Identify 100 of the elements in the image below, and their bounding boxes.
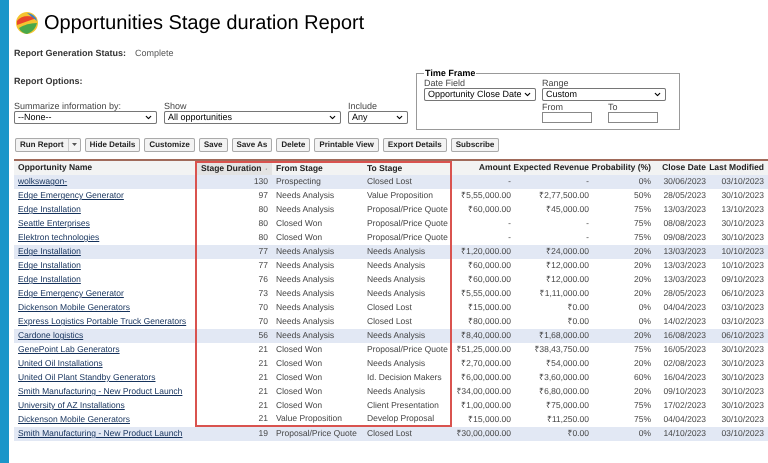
from-label: From xyxy=(542,102,564,112)
opportunity-link[interactable]: Smith Manufacturing - New Product Launch xyxy=(18,427,182,440)
from-field[interactable] xyxy=(542,112,592,123)
opportunity-link[interactable]: Express Logistics Portable Truck Generators xyxy=(18,315,186,328)
opportunity-link[interactable]: Edge Emergency Generator xyxy=(18,287,124,300)
table-cell: Value Proposition xyxy=(272,412,363,426)
opportunity-link[interactable]: Edge Installation xyxy=(18,259,81,272)
toolbar-button[interactable]: Delete xyxy=(276,138,310,152)
range-label: Range xyxy=(542,78,570,88)
toolbar-button[interactable]: Subscribe xyxy=(450,138,500,152)
table-cell: 20% xyxy=(593,244,655,258)
table-cell: ₹24,000.00 xyxy=(515,244,593,258)
opportunity-link[interactable]: Edge Installation xyxy=(18,245,81,258)
table-cell: Closed Lost xyxy=(363,174,452,188)
toolbar-button[interactable]: Customize xyxy=(144,138,195,152)
filter-label: Show xyxy=(164,101,188,111)
column-header[interactable]: Expected Revenue xyxy=(515,160,593,174)
chevron-down-icon xyxy=(653,90,662,99)
table-cell: ₹30,00,000.00 xyxy=(452,426,515,440)
column-header[interactable]: Opportunity Name xyxy=(14,160,195,174)
opportunity-link[interactable]: Cardone logistics xyxy=(18,329,84,342)
table-cell: 20% xyxy=(593,328,655,342)
opportunity-link[interactable]: University of AZ Installations xyxy=(18,399,125,412)
table-cell: ₹1,68,000.00 xyxy=(515,328,593,342)
caret-icon xyxy=(72,143,77,146)
to-field[interactable] xyxy=(608,112,658,123)
table-cell: 14/10/2023 xyxy=(655,426,710,440)
table-cell: 16/08/2023 xyxy=(655,328,710,342)
to-label: To xyxy=(608,102,619,112)
table-cell: Needs Analysis xyxy=(272,244,363,258)
opportunity-link[interactable]: GenePoint Lab Generators xyxy=(18,343,120,356)
table-cell: ₹38,43,750.00 xyxy=(515,342,593,356)
opportunity-link[interactable]: Edge Installation xyxy=(18,273,81,286)
table-cell: ₹60,000.00 xyxy=(452,258,515,272)
table-cell: Closed Lost xyxy=(363,426,452,440)
table-cell: 10/10/2023 xyxy=(710,244,768,258)
table-cell: 19 xyxy=(195,426,272,440)
table-cell: ₹12,000.00 xyxy=(515,258,593,272)
include-select[interactable]: Any xyxy=(348,111,408,124)
date-field-label: Date Field xyxy=(424,78,466,88)
run-report-button[interactable]: Run Report xyxy=(15,138,81,152)
toolbar-button[interactable]: Printable View xyxy=(314,138,379,152)
opportunity-link[interactable]: Seattle Enterprises xyxy=(18,217,90,230)
table-cell: 97 xyxy=(195,188,272,202)
column-header[interactable]: Amount xyxy=(452,160,515,174)
table-cell: Needs Analysis xyxy=(272,258,363,272)
table-cell: 0% xyxy=(593,426,655,440)
table-cell: ₹0.00 xyxy=(515,426,593,440)
table-cell: ₹1,20,000.00 xyxy=(452,244,515,258)
options-label: Report Options: xyxy=(14,74,84,88)
status-value: Complete xyxy=(135,47,174,60)
range-select[interactable]: Custom xyxy=(542,88,666,101)
table-cell: 0% xyxy=(593,174,655,188)
chevron-down-icon xyxy=(328,113,337,122)
opportunity-link[interactable]: Smith Manufacturing - New Product Launch xyxy=(18,385,182,398)
column-header[interactable]: Last Modified xyxy=(710,160,768,174)
summarize-select[interactable]: --None-- xyxy=(14,111,157,124)
time-frame-legend: Time Frame xyxy=(424,66,476,80)
chevron-down-icon xyxy=(144,113,153,122)
toolbar-button[interactable]: Hide Details xyxy=(84,138,140,152)
logo-icon xyxy=(15,11,39,35)
toolbar-button[interactable]: Save xyxy=(198,138,228,152)
table-cell: 56 xyxy=(195,328,272,342)
opportunity-link[interactable]: United Oil Installations xyxy=(18,357,103,370)
table-cell: ₹51,25,000.00 xyxy=(452,342,515,356)
table-cell: 13/03/2023 xyxy=(655,244,710,258)
table-cell: Needs Analysis xyxy=(272,188,363,202)
opportunity-link[interactable]: Edge Installation xyxy=(18,203,81,216)
toolbar-button[interactable]: Export Details xyxy=(382,138,447,152)
column-header[interactable]: From Stage xyxy=(272,160,363,174)
table-cell: 03/10/2023 xyxy=(710,426,768,440)
table-cell: 21 xyxy=(195,342,272,356)
opportunity-link[interactable]: Elektron technologies xyxy=(18,231,100,244)
report-title: Opportunities Stage duration Report xyxy=(44,13,364,33)
table-cell: 21 xyxy=(195,412,272,426)
table-cell: Value Proposition xyxy=(363,188,452,202)
table-cell: ₹5,55,000.00 xyxy=(452,188,515,202)
opportunity-link[interactable]: United Oil Plant Standby Generators xyxy=(18,371,156,384)
toolbar-button[interactable]: Save As xyxy=(232,138,272,152)
table-cell: 77 xyxy=(195,258,272,272)
status-label: Report Generation Status: xyxy=(14,47,126,60)
table-cell: Proposal/Price Quote xyxy=(272,426,363,440)
column-header[interactable]: Probability (%) xyxy=(593,160,655,174)
opportunity-link[interactable]: wolkswagon- xyxy=(18,175,68,188)
opportunity-link[interactable]: Dickenson Mobile Generators xyxy=(18,301,130,314)
table-cell: - xyxy=(452,174,515,188)
show-select[interactable]: All opportunities xyxy=(164,111,341,124)
column-header[interactable]: Stage Duration xyxy=(195,160,272,174)
date-field-select[interactable]: Opportunity Close Date xyxy=(424,88,536,101)
filter-label: Summarize information by: xyxy=(14,101,122,111)
opportunity-link[interactable]: Edge Emergency Generator xyxy=(18,189,124,202)
chevron-down-icon xyxy=(395,113,404,122)
table-cell: Needs Analysis xyxy=(363,328,452,342)
table-cell: 03/10/2023 xyxy=(710,174,768,188)
table-cell: 77 xyxy=(195,244,272,258)
column-header[interactable]: Close Date xyxy=(655,160,710,174)
table-cell: - xyxy=(515,174,593,188)
column-header[interactable]: To Stage xyxy=(363,160,452,174)
table-cell: Needs Analysis xyxy=(363,244,452,258)
opportunity-link[interactable]: Dickenson Mobile Generators xyxy=(18,413,130,426)
